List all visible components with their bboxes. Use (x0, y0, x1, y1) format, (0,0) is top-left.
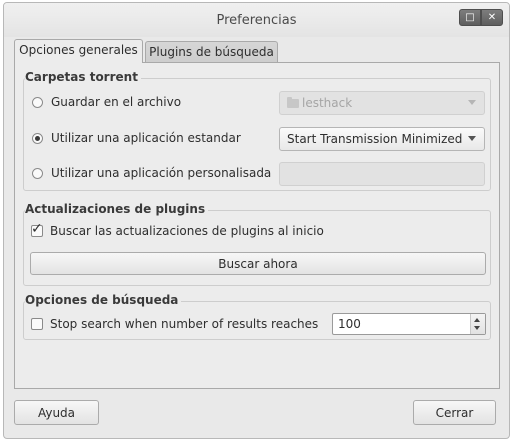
checkbox[interactable]: ✓ (31, 221, 43, 237)
plugin-updates-title: Actualizaciones de plugins (25, 202, 209, 216)
chevron-down-icon (468, 136, 476, 141)
check-stop-search[interactable]: Stop search when number of results reach… (31, 317, 318, 331)
folder-combobox[interactable]: lesthack (279, 91, 485, 115)
chevron-down-icon (468, 100, 476, 105)
radio-standard-app[interactable]: Utilizar una aplicación estandar (32, 131, 241, 145)
tab-panel: Carpetas torrent Guardar en el archivo l… (14, 62, 500, 389)
radio-label: Utilizar una aplicación estandar (51, 131, 241, 145)
folder-icon (287, 96, 299, 108)
checkbox-label: Buscar las actualizaciones de plugins al… (50, 224, 324, 238)
results-limit-spinbox[interactable]: 100 (332, 313, 486, 335)
radio-save-to-file[interactable]: Guardar en el archivo (32, 95, 181, 109)
check-updates-on-start[interactable]: ✓ Buscar las actualizaciones de plugins … (31, 221, 324, 238)
results-limit-value: 100 (338, 317, 361, 331)
checkmark-icon: ✓ (31, 221, 43, 237)
close-button[interactable]: Cerrar (413, 400, 496, 425)
folder-combobox-value: lesthack (302, 96, 353, 110)
maximize-icon[interactable]: □ (459, 9, 481, 26)
radio-label: Guardar en el archivo (51, 95, 182, 109)
search-options-title: Opciones de búsqueda (25, 293, 182, 307)
radio-selected-dot (35, 135, 40, 141)
close-icon[interactable]: ✕ (481, 9, 503, 26)
radio-button[interactable] (32, 132, 43, 144)
spin-down-icon[interactable] (474, 326, 480, 330)
tab-plugins-de-busqueda[interactable]: Plugins de búsqueda (145, 41, 278, 63)
checkbox[interactable] (31, 318, 43, 330)
standard-app-combobox[interactable]: Start Transmission Minimized (279, 127, 485, 151)
preferences-window: Preferencias □ ✕ Opciones generales Plug… (3, 2, 510, 439)
tab-opciones-generales[interactable]: Opciones generales (14, 39, 143, 63)
checkbox-label: Stop search when number of results reach… (50, 317, 319, 331)
radio-button[interactable] (32, 167, 43, 179)
title-bar[interactable]: Preferencias □ ✕ (4, 3, 509, 37)
spin-up-icon[interactable] (474, 318, 480, 322)
standard-app-combobox-value: Start Transmission Minimized (287, 132, 463, 146)
window-title: Preferencias (216, 13, 297, 28)
custom-app-field[interactable] (279, 162, 485, 186)
spin-buttons[interactable] (470, 314, 485, 334)
torrent-folders-title: Carpetas torrent (25, 70, 141, 84)
search-now-button[interactable]: Buscar ahora (30, 252, 486, 275)
radio-label: Utilizar una aplicación personalisada (51, 166, 272, 180)
radio-custom-app[interactable]: Utilizar una aplicación personalisada (32, 166, 271, 180)
radio-button[interactable] (32, 96, 43, 108)
help-button[interactable]: Ayuda (14, 400, 99, 425)
